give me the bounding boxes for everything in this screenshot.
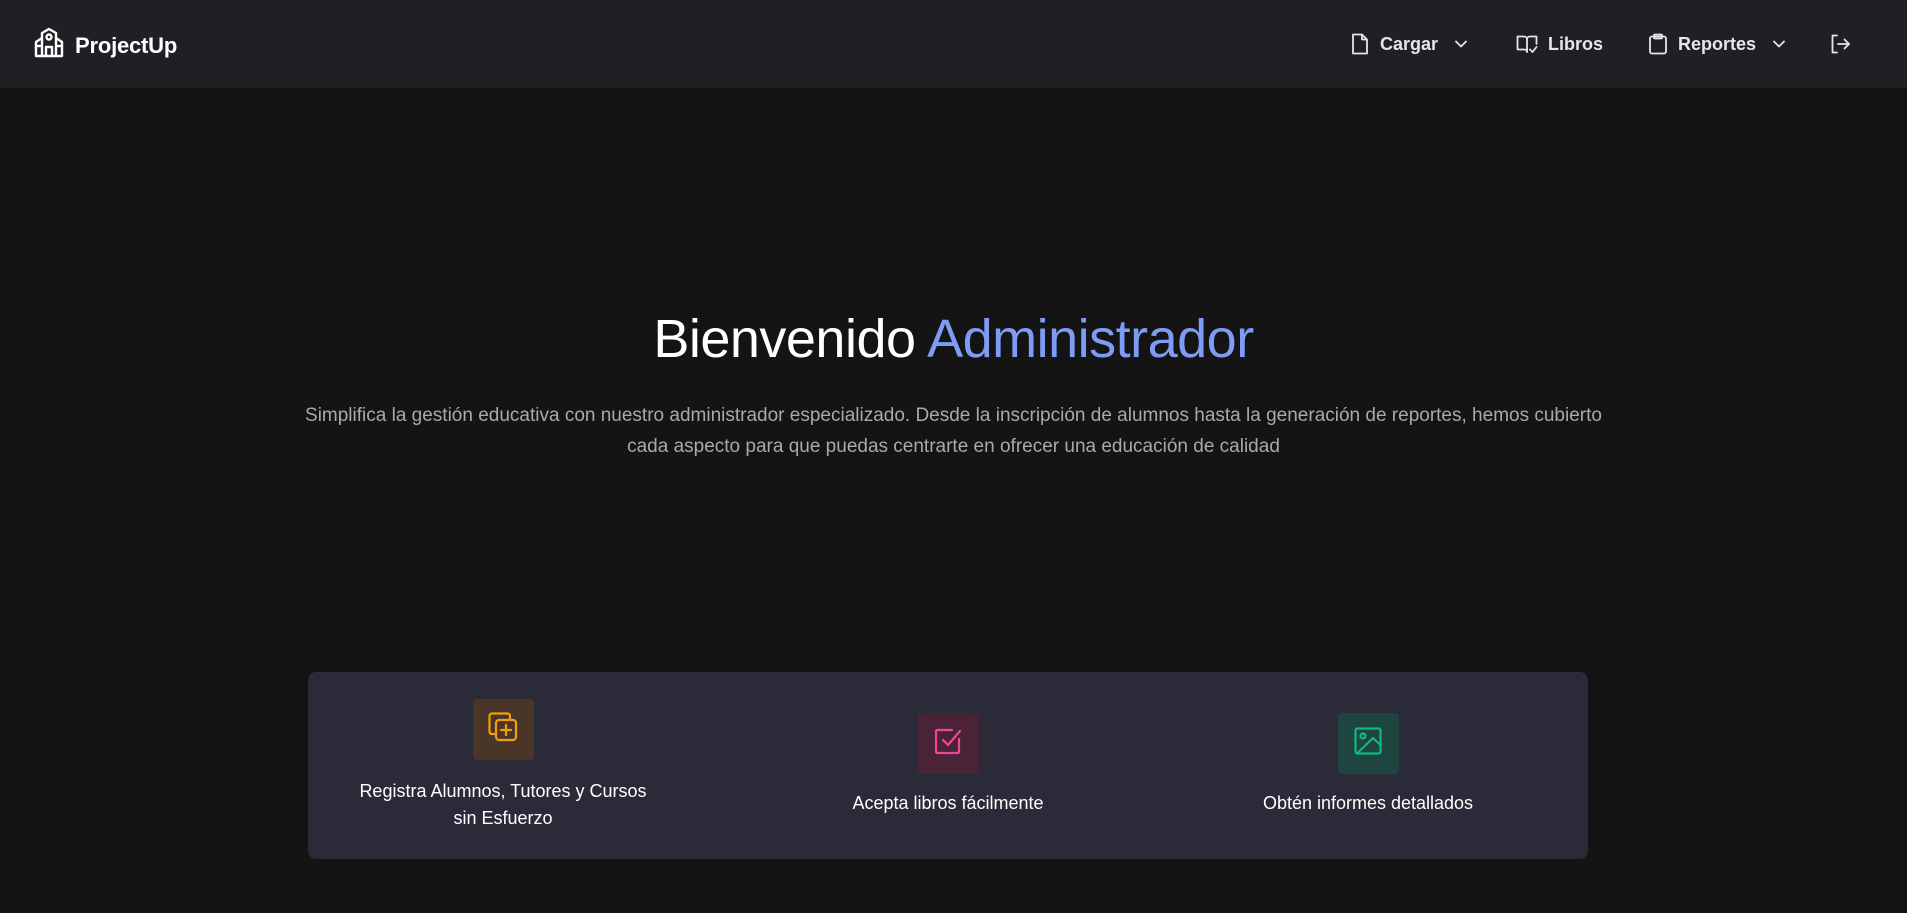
feature-reports-label: Obtén informes detallados <box>1262 793 1474 813</box>
nav-reportes-label: Reportes <box>1678 33 1757 54</box>
nav-reportes-dropdown[interactable]: Reportes <box>1648 30 1786 58</box>
clipboard-icon <box>1648 33 1668 55</box>
brand-name: ProjectUp <box>75 32 178 58</box>
nav-cargar-label: Cargar <box>1380 33 1439 54</box>
feature-books-label: Acepta libros fácilmente <box>852 793 1044 813</box>
nav-libros-label: Libros <box>1548 33 1604 54</box>
copy-plus-icon <box>486 710 520 749</box>
nav-libros-link[interactable]: Libros <box>1516 30 1603 58</box>
feature-books-icon-box <box>917 713 979 774</box>
file-icon <box>1350 33 1370 55</box>
top-navbar: ProjectUp Cargar Libros Reportes <box>0 0 1907 88</box>
logout-icon <box>1829 33 1851 55</box>
school-building-icon <box>33 27 65 64</box>
feature-reports: Obtén informes detallados <box>1198 672 1538 859</box>
nav-cargar-dropdown[interactable]: Cargar <box>1350 30 1468 58</box>
hero-title-prefix: Bienvenido <box>653 309 916 369</box>
feature-reports-icon-box <box>1337 713 1399 774</box>
chevron-down-icon <box>1772 39 1786 49</box>
checkbox-icon <box>932 725 964 762</box>
chevron-down-icon <box>1454 39 1468 49</box>
brand-link[interactable]: ProjectUp <box>33 27 177 64</box>
hero-description: Simplifica la gestión educativa con nues… <box>305 405 1602 457</box>
features-card: Registra Alumnos, Tutores y Cursos sin E… <box>308 672 1588 859</box>
feature-register: Registra Alumnos, Tutores y Cursos sin E… <box>348 672 658 859</box>
feature-register-label: Registra Alumnos, Tutores y Cursos sin E… <box>359 781 647 828</box>
feature-register-icon-box <box>472 699 534 760</box>
feature-books: Acepta libros fácilmente <box>793 672 1103 859</box>
hero-title-accent: Administrador <box>927 309 1254 369</box>
logout-button[interactable] <box>1829 30 1851 58</box>
image-icon <box>1352 725 1384 762</box>
hero-title: Bienvenido Administrador <box>0 304 1907 374</box>
book-icon <box>1516 34 1538 54</box>
